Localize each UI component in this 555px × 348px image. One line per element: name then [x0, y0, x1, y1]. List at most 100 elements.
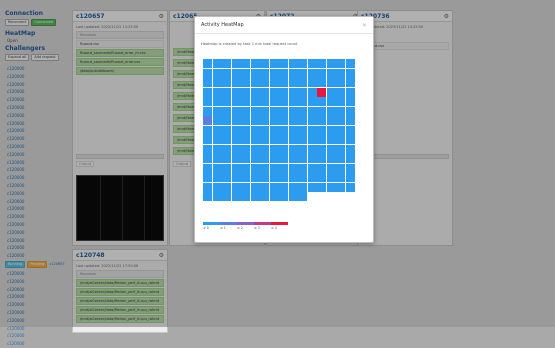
- heatmap-cell[interactable]: [279, 163, 288, 173]
- heatmap-cell[interactable]: [250, 59, 260, 68]
- heatmap-cell[interactable]: [212, 182, 222, 192]
- heatmap-cell[interactable]: [269, 182, 279, 192]
- heatmap-cell[interactable]: [288, 163, 298, 173]
- heatmap-cell[interactable]: [241, 78, 250, 87]
- sidebar-challenger-item[interactable]: c120000: [5, 340, 67, 348]
- heatmap-cell[interactable]: [269, 125, 279, 135]
- heatmap-cell[interactable]: [203, 106, 212, 116]
- heatmap-cell[interactable]: [260, 182, 269, 192]
- heatmap-cell[interactable]: [336, 87, 345, 97]
- heatmap-cell[interactable]: [336, 154, 345, 163]
- heatmap-cell[interactable]: [222, 182, 231, 192]
- heatmap-cell[interactable]: [222, 173, 231, 182]
- heatmap-cell[interactable]: [212, 163, 222, 173]
- heatmap-cell[interactable]: [269, 97, 279, 106]
- heatmap-cell[interactable]: [326, 59, 336, 68]
- heatmap-cell[interactable]: [288, 173, 298, 182]
- heatmap-cell[interactable]: [241, 116, 250, 125]
- heatmap-cell[interactable]: [298, 78, 307, 87]
- heatmap-cell[interactable]: [307, 68, 317, 78]
- heatmap-cell[interactable]: [317, 135, 326, 144]
- heatmap-cell[interactable]: [279, 154, 288, 163]
- heatmap-cell[interactable]: [269, 116, 279, 125]
- heatmap-cell[interactable]: [212, 144, 222, 154]
- heatmap-cell[interactable]: [336, 182, 345, 192]
- heatmap-cell[interactable]: [317, 106, 326, 116]
- heatmap-cell[interactable]: [212, 78, 222, 87]
- heatmap-cell[interactable]: [241, 163, 250, 173]
- heatmap-cell[interactable]: [336, 78, 345, 87]
- heatmap-cell[interactable]: [212, 173, 222, 182]
- heatmap-cell[interactable]: [336, 125, 345, 135]
- heatmap-cell[interactable]: [326, 182, 336, 192]
- heatmap-cell[interactable]: [231, 163, 241, 173]
- heatmap-cell[interactable]: [250, 154, 260, 163]
- heatmap-cell[interactable]: [326, 97, 336, 106]
- heatmap-cell[interactable]: [345, 182, 355, 192]
- heatmap-cell[interactable]: [269, 154, 279, 163]
- heatmap-cell[interactable]: [212, 97, 222, 106]
- heatmap-cell[interactable]: [203, 182, 212, 192]
- heatmap-cell[interactable]: [298, 163, 307, 173]
- heatmap-cell[interactable]: [231, 192, 241, 201]
- heatmap-cell[interactable]: [307, 59, 317, 68]
- heatmap-cell[interactable]: [231, 135, 241, 144]
- heatmap-cell[interactable]: [298, 68, 307, 78]
- heatmap-cell[interactable]: [260, 154, 269, 163]
- heatmap-cell[interactable]: [269, 144, 279, 154]
- heatmap-cell[interactable]: [222, 87, 231, 97]
- heatmap-cell[interactable]: [336, 144, 345, 154]
- heatmap-cell[interactable]: [222, 144, 231, 154]
- heatmap-cell[interactable]: [317, 154, 326, 163]
- heatmap-cell[interactable]: [326, 125, 336, 135]
- heatmap-cell[interactable]: [260, 163, 269, 173]
- heatmap-cell[interactable]: [241, 135, 250, 144]
- heatmap-cell[interactable]: [317, 78, 326, 87]
- heatmap-cell[interactable]: [260, 192, 269, 201]
- heatmap-cell[interactable]: [260, 68, 269, 78]
- heatmap-cell[interactable]: [298, 192, 307, 201]
- heatmap-cell[interactable]: [298, 59, 307, 68]
- heatmap-cell[interactable]: [336, 106, 345, 116]
- heatmap-cell[interactable]: [298, 144, 307, 154]
- heatmap-cell[interactable]: [298, 154, 307, 163]
- heatmap-cell[interactable]: [260, 116, 269, 125]
- heatmap-cell[interactable]: [298, 106, 307, 116]
- heatmap-cell[interactable]: [269, 78, 279, 87]
- heatmap-cell[interactable]: [288, 192, 298, 201]
- heatmap-cell[interactable]: [250, 106, 260, 116]
- heatmap-cell[interactable]: [298, 87, 307, 97]
- heatmap-cell[interactable]: [279, 125, 288, 135]
- heatmap-cell[interactable]: [231, 173, 241, 182]
- heatmap-cell[interactable]: [222, 59, 231, 68]
- heatmap-cell[interactable]: [241, 173, 250, 182]
- heatmap-cell[interactable]: [203, 125, 212, 135]
- heatmap-cell[interactable]: [288, 106, 298, 116]
- heatmap-cell[interactable]: [241, 144, 250, 154]
- heatmap-cell[interactable]: [203, 68, 212, 78]
- heatmap-cell[interactable]: [203, 135, 212, 144]
- heatmap-cell[interactable]: [250, 192, 260, 201]
- heatmap-cell[interactable]: [345, 78, 355, 87]
- heatmap-cell[interactable]: [203, 97, 212, 106]
- heatmap-cell[interactable]: [317, 97, 326, 106]
- heatmap-cell[interactable]: [279, 173, 288, 182]
- heatmap-cell[interactable]: [317, 144, 326, 154]
- heatmap-cell[interactable]: [222, 97, 231, 106]
- heatmap-cell[interactable]: [298, 116, 307, 125]
- heatmap-cell[interactable]: [231, 68, 241, 78]
- heatmap-cell[interactable]: [336, 97, 345, 106]
- heatmap-cell[interactable]: [203, 78, 212, 87]
- heatmap-cell[interactable]: [288, 144, 298, 154]
- sidebar-challenger-item[interactable]: c120000: [5, 332, 67, 340]
- heatmap-cell[interactable]: [326, 116, 336, 125]
- heatmap-cell[interactable]: [345, 163, 355, 173]
- heatmap-cell[interactable]: [269, 87, 279, 97]
- heatmap-cell[interactable]: [269, 59, 279, 68]
- heatmap-cell[interactable]: [260, 173, 269, 182]
- heatmap-cell[interactable]: [241, 59, 250, 68]
- heatmap-cell[interactable]: [345, 135, 355, 144]
- heatmap-cell[interactable]: [250, 68, 260, 78]
- heatmap-cell[interactable]: [317, 87, 326, 97]
- heatmap-cell[interactable]: [326, 78, 336, 87]
